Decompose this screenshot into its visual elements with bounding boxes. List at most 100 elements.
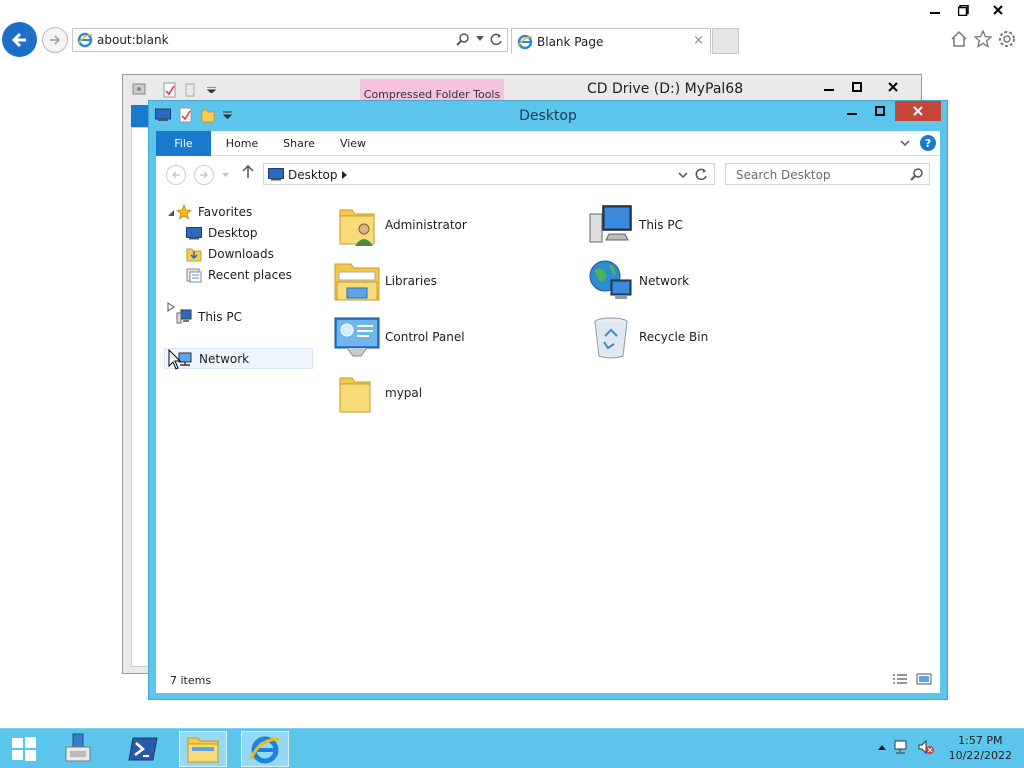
search-input[interactable]: Search Desktop	[725, 163, 930, 185]
file-explorer-button[interactable]	[179, 731, 227, 767]
item-control-panel[interactable]: Control Panel	[331, 311, 581, 363]
tab-share[interactable]: Share	[276, 131, 322, 156]
explorer-client-area: File Home Share View ? Desktop Search De…	[156, 131, 940, 693]
browser-tab[interactable]: Blank Page ×	[511, 28, 711, 54]
system-tray	[878, 739, 934, 755]
item-label: This PC	[639, 218, 683, 232]
back-maximize-button[interactable]	[844, 77, 870, 97]
minimize-icon	[847, 113, 857, 115]
browser-minimize-button[interactable]	[922, 0, 948, 20]
breadcrumb-desktop[interactable]: Desktop	[288, 168, 338, 182]
browser-restore-button[interactable]	[950, 0, 976, 20]
item-recycle-bin[interactable]: Recycle Bin	[585, 311, 835, 363]
item-mypal[interactable]: mypal	[331, 367, 581, 419]
nav-this-pc[interactable]: This PC	[176, 307, 242, 327]
close-icon	[993, 5, 1003, 15]
details-view-icon[interactable]	[892, 673, 908, 685]
collapse-arrow-icon[interactable]	[166, 208, 176, 218]
qat-dropdown-icon[interactable]	[207, 87, 216, 93]
nav-forward-button[interactable]	[194, 165, 214, 185]
item-label: Control Panel	[385, 330, 465, 344]
forward-button[interactable]	[42, 27, 68, 53]
tab-file[interactable]: File	[156, 131, 211, 156]
back-arrow-icon	[11, 32, 26, 47]
browser-close-button[interactable]	[978, 0, 1018, 20]
browser-chrome: about:blank Blank Page ×	[0, 0, 1024, 57]
nav-desktop[interactable]: Desktop	[186, 223, 258, 243]
maximize-icon	[852, 82, 862, 92]
tab-view[interactable]: View	[332, 131, 374, 156]
volume-muted-icon[interactable]	[918, 739, 934, 755]
close-icon	[913, 106, 923, 116]
address-text[interactable]: about:blank	[97, 33, 169, 47]
item-network[interactable]: Network	[585, 255, 835, 307]
nav-favorites[interactable]: Favorites	[176, 202, 252, 222]
nav-this-pc-label: This PC	[198, 310, 242, 324]
tab-close-button[interactable]: ×	[693, 33, 704, 48]
up-arrow-icon	[242, 164, 254, 178]
nav-recent-places[interactable]: Recent places	[186, 265, 292, 285]
powershell-icon	[128, 737, 158, 761]
show-hidden-icons-icon[interactable]	[878, 744, 886, 750]
up-button[interactable]	[242, 164, 254, 183]
home-icon[interactable]	[950, 30, 968, 48]
chevron-down-icon[interactable]	[678, 172, 688, 179]
item-libraries[interactable]: Libraries	[331, 255, 581, 307]
new-folder-icon	[185, 83, 195, 97]
maximize-icon	[875, 106, 885, 116]
nav-downloads[interactable]: Downloads	[186, 244, 274, 264]
taskbar: 1:57 PM 10/22/2022	[0, 728, 1024, 768]
minimize-icon	[930, 12, 940, 14]
mouse-cursor-icon	[168, 349, 182, 370]
browser-titlebar	[0, 0, 1024, 22]
nav-desktop-label: Desktop	[208, 226, 258, 240]
search-icon[interactable]	[456, 32, 470, 46]
internet-explorer-button[interactable]	[241, 731, 289, 767]
folder-icon	[331, 367, 383, 419]
refresh-icon[interactable]	[695, 168, 708, 181]
item-count: 7 items	[170, 674, 212, 687]
item-label: Libraries	[385, 274, 437, 288]
recent-locations-dropdown-icon[interactable]	[222, 173, 229, 178]
tab-home[interactable]: Home	[218, 131, 266, 156]
chevron-right-icon[interactable]	[342, 171, 347, 179]
breadcrumb[interactable]: Desktop	[263, 163, 715, 185]
restore-icon	[957, 4, 969, 16]
large-icons-view-icon[interactable]	[916, 673, 932, 685]
back-window-titlebar: Compressed Folder Tools CD Drive (D:) My…	[123, 75, 921, 103]
clock-time: 1:57 PM	[958, 734, 1003, 747]
powershell-button[interactable]	[119, 731, 167, 767]
favorites-star-icon[interactable]	[974, 30, 992, 48]
desktop-icon	[268, 168, 284, 181]
start-button[interactable]	[0, 731, 48, 767]
minimize-button[interactable]	[839, 101, 865, 121]
maximize-button[interactable]	[867, 101, 893, 121]
forward-arrow-icon	[50, 35, 61, 45]
clock[interactable]: 1:57 PM 10/22/2022	[949, 733, 1012, 763]
dropdown-icon[interactable]	[476, 36, 484, 42]
new-tab-button[interactable]	[712, 28, 739, 54]
address-bar[interactable]: about:blank	[72, 28, 508, 52]
search-icon[interactable]	[910, 168, 923, 181]
item-administrator[interactable]: Administrator	[331, 199, 581, 251]
network-status-icon[interactable]	[894, 739, 910, 755]
back-close-button[interactable]	[873, 77, 913, 97]
expand-ribbon-icon[interactable]	[900, 139, 910, 147]
explorer-window-desktop[interactable]: Desktop File Home Share View ? Desktop S…	[148, 100, 948, 700]
nav-network[interactable]: Network	[164, 348, 313, 369]
back-minimize-button[interactable]	[816, 77, 842, 97]
server-manager-button[interactable]	[54, 731, 102, 767]
nav-back-button[interactable]	[166, 165, 186, 185]
item-this-pc[interactable]: This PC	[585, 199, 835, 251]
expand-arrow-icon[interactable]	[166, 302, 176, 312]
back-arrow-icon	[172, 171, 180, 179]
close-button[interactable]	[895, 101, 941, 121]
refresh-icon[interactable]	[490, 33, 503, 46]
back-button[interactable]	[2, 22, 37, 57]
gear-icon[interactable]	[998, 30, 1016, 48]
properties-icon	[163, 82, 176, 98]
help-button[interactable]: ?	[920, 135, 936, 151]
back-window-title: CD Drive (D:) MyPal68	[587, 81, 744, 97]
server-manager-icon	[65, 733, 91, 762]
network-icon	[585, 255, 637, 307]
